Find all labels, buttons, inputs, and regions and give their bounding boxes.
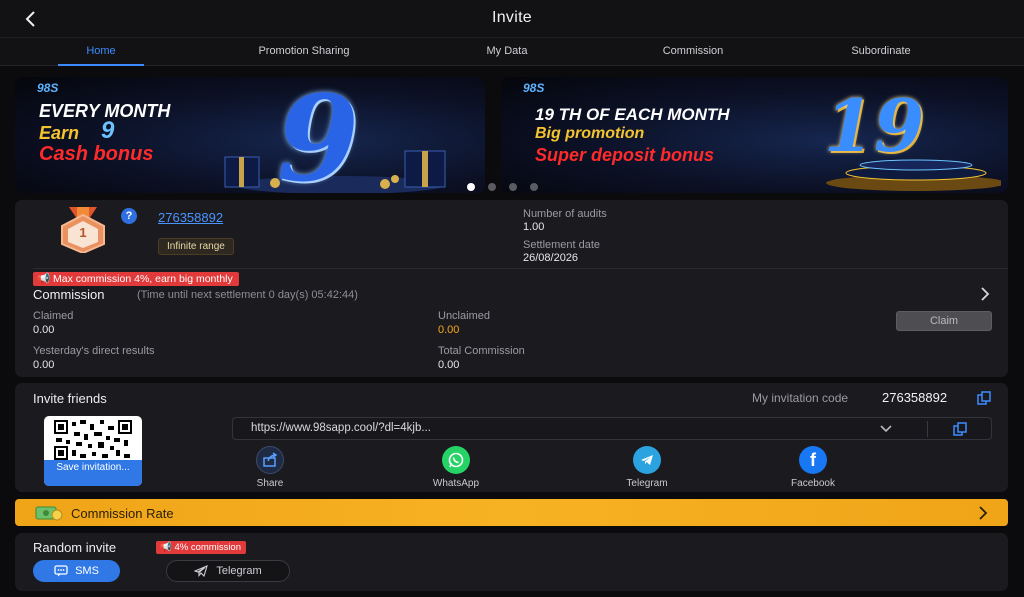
send-icon	[194, 565, 209, 577]
commission-percent-badge: 📢 4% commission	[156, 541, 247, 554]
total-commission-value: 0.00	[438, 359, 460, 371]
unclaimed-value: 0.00	[438, 324, 460, 336]
user-id-link[interactable]: 276358892	[158, 210, 223, 225]
share-label: Share	[256, 478, 284, 489]
money-icon	[35, 506, 63, 521]
commission-percent-text: 4% commission	[174, 542, 242, 553]
tab-bar: Home Promotion Sharing My Data Commissio…	[0, 38, 1024, 66]
tab-promotion-sharing[interactable]: Promotion Sharing	[234, 38, 374, 66]
whatsapp-icon	[442, 446, 470, 474]
total-commission-label: Total Commission	[438, 345, 525, 357]
divider	[33, 268, 1008, 269]
promo-banner-monthly[interactable]: 98S EVERY MONTH Earn 9 Cash bonus 9	[15, 77, 485, 193]
carousel-dot[interactable]	[509, 183, 517, 191]
save-invitation-button[interactable]: Save invitation...	[44, 460, 142, 486]
telegram-icon	[633, 446, 661, 474]
whatsapp-label: WhatsApp	[432, 478, 480, 489]
facebook-icon: f	[799, 446, 827, 474]
megaphone-icon: 📢	[37, 273, 51, 285]
sms-icon	[54, 565, 68, 577]
qr-code-image	[54, 420, 132, 460]
telegram-invite-button[interactable]: Telegram	[166, 560, 290, 582]
rank-number: 1	[79, 225, 87, 240]
banner-big-number: 9	[277, 77, 360, 193]
invitation-code-value: 276358892	[882, 390, 948, 405]
facebook-button[interactable]: f Facebook	[768, 446, 858, 489]
yesterday-results-value: 0.00	[33, 359, 55, 371]
settlement-date-value: 26/08/2026	[523, 252, 579, 264]
tab-my-data[interactable]: My Data	[462, 38, 552, 66]
sms-label: SMS	[75, 565, 99, 577]
carousel-dots	[467, 183, 538, 191]
claimed-value: 0.00	[33, 324, 55, 336]
megaphone-icon: 📢	[160, 542, 172, 553]
carousel-dot[interactable]	[530, 183, 538, 191]
banner-earn: Earn	[39, 123, 80, 143]
divider	[927, 421, 928, 437]
banner-big-number: 19	[824, 83, 925, 168]
invite-link-field[interactable]: https://www.98sapp.cool/?dl=4kjb...	[232, 417, 992, 440]
carousel-dot[interactable]	[488, 183, 496, 191]
banner-earn-number: 9	[101, 117, 115, 144]
claimed-label: Claimed	[33, 310, 74, 322]
banner-deposit-bonus: Super deposit bonus	[535, 145, 715, 165]
help-icon[interactable]: ?	[121, 208, 137, 224]
audits-value: 1.00	[523, 221, 545, 233]
telegram-button[interactable]: Telegram	[602, 446, 692, 489]
settlement-date-label: Settlement date	[523, 239, 601, 251]
commission-title: Commission	[33, 287, 105, 302]
tab-subordinate[interactable]: Subordinate	[830, 38, 932, 66]
chevron-right-icon[interactable]	[978, 287, 992, 301]
commission-rate-bar[interactable]: Commission Rate	[15, 499, 1008, 526]
brand-logo: 98S	[523, 81, 545, 95]
share-icon	[256, 446, 284, 474]
banner-cash-bonus: Cash bonus	[39, 143, 154, 165]
copy-link-icon[interactable]	[953, 422, 967, 436]
chevron-down-icon[interactable]	[879, 423, 893, 435]
audits-label: Number of audits	[523, 208, 607, 220]
app-header: Invite	[0, 0, 1024, 38]
share-button[interactable]: Share	[225, 446, 315, 489]
brand-logo: 98S	[37, 81, 59, 95]
telegram-invite-label: Telegram	[216, 565, 262, 577]
max-commission-badge: 📢 Max commission 4%, earn big monthly	[33, 272, 239, 286]
unclaimed-label: Unclaimed	[438, 310, 490, 322]
invite-link-text: https://www.98sapp.cool/?dl=4kjb...	[251, 422, 431, 434]
qr-code-card[interactable]: Save invitation...	[44, 416, 142, 486]
sms-invite-button[interactable]: SMS	[33, 560, 120, 582]
facebook-label: Facebook	[791, 478, 835, 489]
claim-button[interactable]: Claim	[896, 311, 992, 331]
invite-friends-title: Invite friends	[33, 391, 107, 406]
max-commission-text: Max commission 4%, earn big monthly	[53, 273, 233, 285]
yesterday-results-label: Yesterday's direct results	[33, 345, 155, 357]
random-invite-title: Random invite	[33, 540, 117, 555]
tab-home[interactable]: Home	[58, 38, 144, 66]
banner-headline: 19 TH OF EACH MONTH	[535, 105, 730, 124]
range-badge: Infinite range	[158, 238, 234, 255]
chevron-right-icon	[979, 506, 988, 520]
commission-rate-label: Commission Rate	[71, 506, 174, 521]
telegram-label: Telegram	[626, 478, 668, 489]
carousel-dot[interactable]	[467, 183, 475, 191]
promo-banner-19th[interactable]: 98S 19 TH OF EACH MONTH Big promotion Su…	[501, 77, 1008, 193]
tab-commission[interactable]: Commission	[640, 38, 746, 66]
banner-subline: Big promotion	[535, 125, 645, 142]
invitation-code-label: My invitation code	[752, 391, 849, 405]
copy-code-icon[interactable]	[977, 391, 991, 405]
settlement-countdown: (Time until next settlement 0 day(s) 05:…	[137, 289, 358, 301]
whatsapp-button[interactable]: WhatsApp	[411, 446, 501, 489]
page-title: Invite	[491, 9, 533, 26]
